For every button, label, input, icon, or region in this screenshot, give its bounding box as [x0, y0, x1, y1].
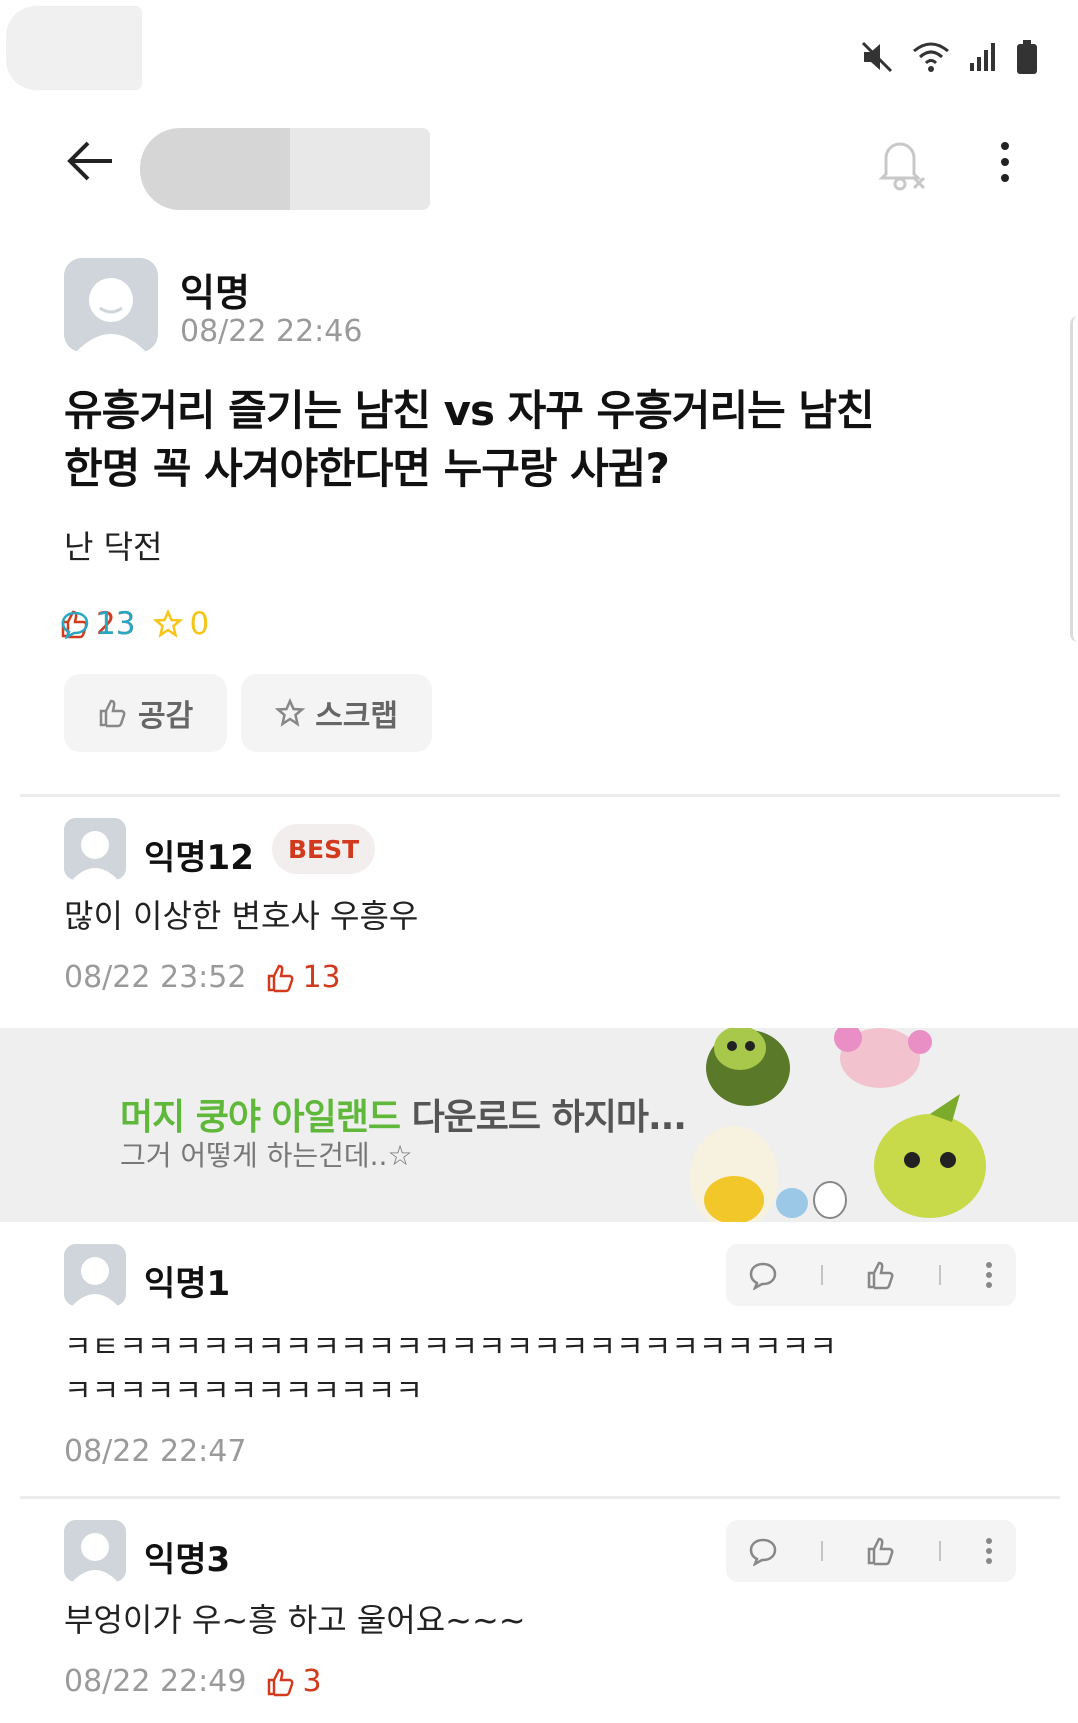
post-title: 유흥거리 즐기는 남친 vs 자꾸 우흥거리는 남친 한명 꼭 사겨야한다면 누… — [64, 382, 964, 498]
comment-time: 08/22 22:47 — [64, 1434, 247, 1469]
ad-subtitle: 그거 어떻게 하는건데..☆ — [120, 1139, 413, 1172]
separator — [820, 1541, 823, 1561]
like-comment-button[interactable] — [866, 1536, 896, 1566]
comment-like-value: 13 — [302, 960, 341, 995]
battery-icon — [1017, 40, 1037, 74]
wifi-icon — [913, 42, 949, 72]
comment-meta: 08/22 23:52 13 — [64, 960, 341, 995]
scrap-button[interactable]: 스크랩 — [241, 674, 433, 752]
scrap-button-label: 스크랩 — [315, 699, 399, 734]
ad-title: 머지 쿵야 아일랜드 다운로드 하지마... — [120, 1088, 687, 1140]
bell-off-icon — [878, 142, 926, 191]
thumbs-up-icon — [867, 1537, 894, 1566]
avatar[interactable] — [64, 1520, 126, 1582]
signal-icon — [970, 43, 995, 71]
default-avatar-icon — [64, 1520, 126, 1582]
ad-banner[interactable]: 머지 쿵야 아일랜드 다운로드 하지마... 그거 어떻게 하는건데..☆ — [0, 1028, 1078, 1222]
default-avatar-icon — [64, 818, 126, 880]
avatar[interactable] — [64, 258, 158, 352]
board-title — [140, 128, 430, 210]
separator — [939, 1265, 942, 1285]
comment-author: 익명3 — [144, 1540, 231, 1580]
like-button-label: 공감 — [138, 699, 194, 734]
divider — [20, 1496, 1060, 1499]
comment-meta: 08/22 22:49 3 — [64, 1664, 322, 1699]
post-actions: 공감 스크랩 — [64, 674, 433, 752]
avatar[interactable] — [64, 818, 126, 880]
post-stats: 23 13 0 — [60, 606, 209, 642]
speech-bubble-icon — [749, 1262, 776, 1290]
post-time: 08/22 22:46 — [180, 314, 363, 349]
thumbs-up-icon — [268, 964, 294, 992]
scrollbar[interactable] — [1070, 316, 1078, 642]
avatar[interactable] — [64, 1244, 126, 1306]
thumbs-up-icon — [867, 1261, 894, 1290]
back-arrow-icon — [67, 141, 112, 181]
comment-text: 많이 이상한 변호사 우흥우 — [64, 897, 419, 935]
comment-author: 익명12 — [144, 838, 254, 878]
reply-button[interactable] — [748, 1260, 778, 1290]
separator — [820, 1265, 823, 1285]
default-avatar-icon — [64, 258, 158, 352]
ad-title-rest: 다운로드 하지마... — [400, 1097, 687, 1138]
comment-author: 익명1 — [144, 1264, 231, 1304]
more-options-button[interactable] — [990, 134, 1020, 194]
top-bar — [0, 118, 1078, 210]
thumbs-up-icon — [268, 1668, 294, 1696]
more-vertical-icon — [1001, 142, 1009, 182]
notification-off-button[interactable] — [872, 134, 932, 194]
like-comment-button[interactable] — [866, 1260, 896, 1290]
best-badge: BEST — [272, 824, 376, 874]
speech-bubble-icon — [749, 1538, 776, 1566]
comment-text: 부엉이가 우~흥 하고 울어요~~~ — [64, 1601, 526, 1639]
comment-like-value: 3 — [302, 1664, 322, 1699]
separator — [939, 1541, 942, 1561]
post-author: 익명 — [180, 271, 250, 315]
status-icons — [860, 40, 1038, 74]
comment-like-count: 3 — [266, 1664, 322, 1699]
reply-button[interactable] — [748, 1536, 778, 1566]
back-button[interactable] — [66, 136, 122, 186]
comment-meta: 08/22 22:47 — [64, 1434, 246, 1469]
more-vertical-icon — [986, 1262, 993, 1288]
status-bar — [0, 0, 1078, 110]
post-title-line2: 한명 꼭 사겨야한다면 누구랑 사귐? — [64, 444, 670, 493]
comment-more-button[interactable] — [984, 1536, 994, 1566]
comment-like-count: 13 — [266, 960, 341, 995]
comment-text: ㅋㅌㅋㅋㅋㅋㅋㅋㅋㅋㅋㅋㅋㅋㅋㅋㅋㅋㅋㅋㅋㅋㅋㅋㅋㅋㅋㅋ ㅋㅋㅋㅋㅋㅋㅋㅋㅋㅋㅋ… — [64, 1326, 837, 1414]
divider — [20, 794, 1060, 797]
comment-count: 13 — [60, 606, 1078, 642]
ad-character-art — [690, 1028, 986, 1222]
star-icon — [275, 698, 306, 727]
blurred-area — [6, 6, 142, 90]
comment-text-line2: ㅋㅋㅋㅋㅋㅋㅋㅋㅋㅋㅋㅋㅋ — [64, 1374, 423, 1409]
post-body: 난 닥전 — [64, 528, 163, 566]
like-button[interactable]: 공감 — [64, 674, 228, 752]
comment-time: 08/22 22:49 — [64, 1664, 247, 1699]
more-vertical-icon — [986, 1538, 993, 1564]
thumbs-up-icon — [99, 699, 126, 728]
comment-more-button[interactable] — [984, 1260, 994, 1290]
speech-bubble-icon — [61, 611, 89, 639]
default-avatar-icon — [64, 1244, 126, 1306]
comment-count-value: 13 — [96, 606, 136, 642]
comment-actions — [726, 1244, 1016, 1306]
mute-icon — [861, 41, 893, 73]
post-title-line1: 유흥거리 즐기는 남친 vs 자꾸 우흥거리는 남친 — [64, 386, 875, 435]
comment-actions — [726, 1520, 1016, 1582]
comment-time: 08/22 23:52 — [64, 960, 247, 995]
comment-text-line1: ㅋㅌㅋㅋㅋㅋㅋㅋㅋㅋㅋㅋㅋㅋㅋㅋㅋㅋㅋㅋㅋㅋㅋㅋㅋㅋㅋㅋ — [64, 1330, 837, 1365]
ad-title-brand: 머지 쿵야 아일랜드 — [120, 1097, 401, 1138]
